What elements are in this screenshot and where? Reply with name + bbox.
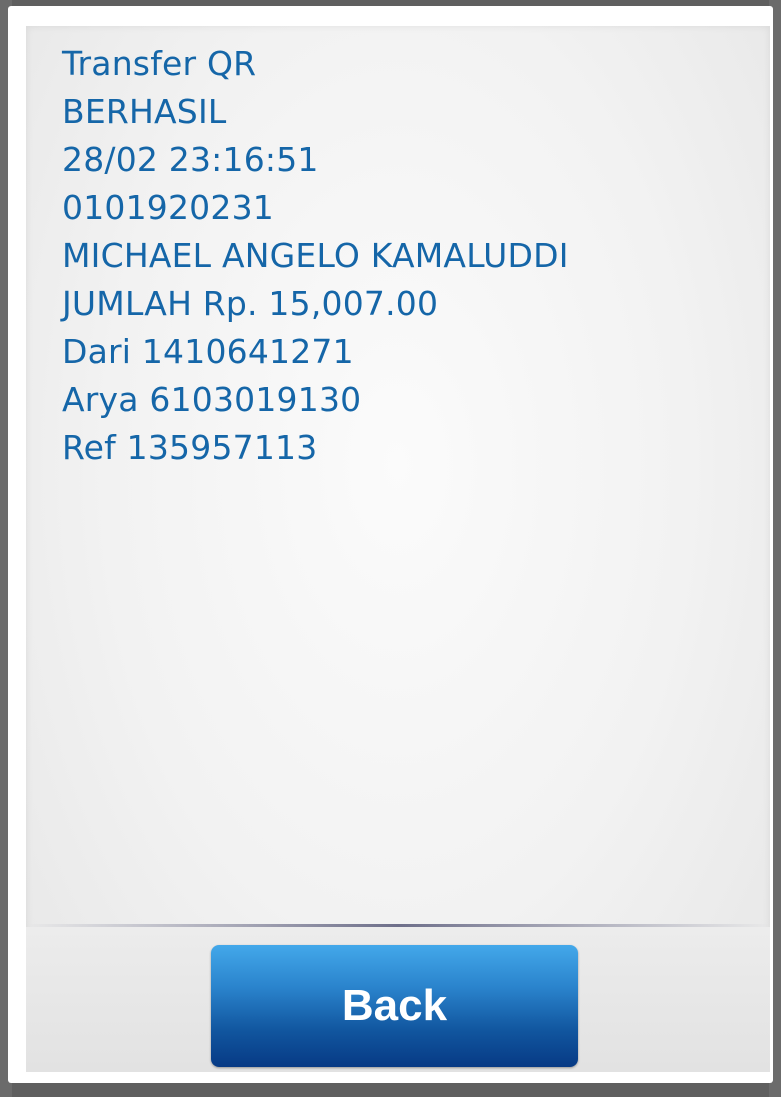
dialog-footer: Back (26, 927, 770, 1072)
back-button[interactable]: Back (211, 945, 578, 1067)
transaction-type: Transfer QR (62, 44, 257, 83)
reference-number: Ref 135957113 (62, 428, 318, 467)
result-dialog: Transfer QR BERHASIL 28/02 23:16:51 0101… (8, 6, 773, 1083)
source-account: Dari 1410641271 (62, 332, 354, 371)
transaction-status: BERHASIL (62, 92, 227, 131)
merchant-id: 0101920231 (62, 188, 274, 227)
message-panel: Transfer QR BERHASIL 28/02 23:16:51 0101… (26, 26, 770, 1072)
sender-account: Arya 6103019130 (62, 380, 362, 419)
transaction-amount: JUMLAH Rp. 15,007.00 (62, 284, 439, 323)
transaction-details: Transfer QR BERHASIL 28/02 23:16:51 0101… (62, 40, 569, 472)
transaction-datetime: 28/02 23:16:51 (62, 140, 319, 179)
screen: Transfer QR BERHASIL 28/02 23:16:51 0101… (0, 0, 781, 1097)
recipient-name: MICHAEL ANGELO KAMALUDDI (62, 236, 569, 275)
